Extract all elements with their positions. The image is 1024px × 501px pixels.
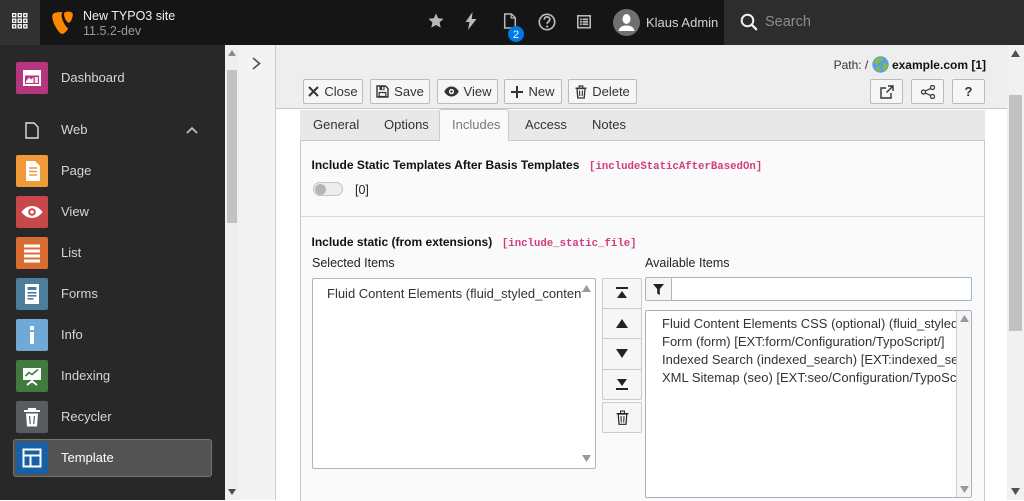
svg-text:2: 2 (513, 29, 519, 41)
